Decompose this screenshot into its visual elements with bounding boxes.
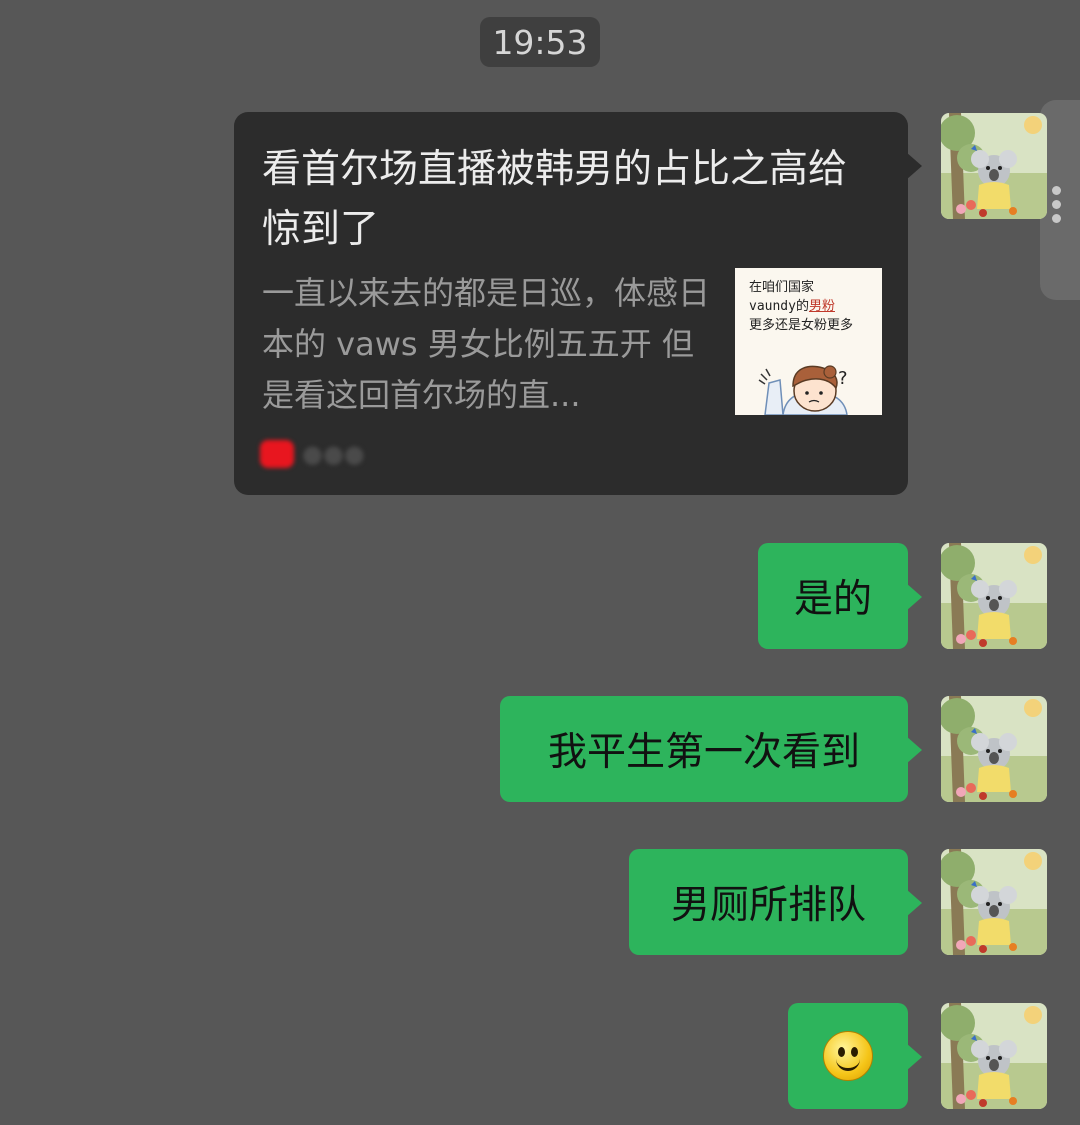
link-card-title: 看首尔场直播被韩男的占比之高给惊到了	[262, 147, 848, 252]
message-bubble[interactable]: 是的	[758, 543, 908, 649]
bubble-tail	[906, 736, 922, 764]
koala-avatar-icon	[941, 1003, 1047, 1109]
bubble-tail	[906, 889, 922, 917]
avatar[interactable]	[941, 113, 1047, 219]
thinking-person-illustration: ?	[758, 365, 848, 415]
red-app-icon	[260, 440, 294, 468]
avatar[interactable]	[941, 849, 1047, 955]
avatar[interactable]	[941, 1003, 1047, 1109]
message-text: 男厕所排队	[670, 883, 866, 928]
link-card[interactable]: 看首尔场直播被韩男的占比之高给惊到了 一直以来去的都是日巡，体感日本的 vaws…	[234, 112, 908, 495]
smile-emoji-icon	[823, 1031, 873, 1081]
koala-avatar-icon	[941, 543, 1047, 649]
avatar[interactable]	[941, 543, 1047, 649]
message-bubble[interactable]: 男厕所排队	[629, 849, 908, 955]
timestamp: 19:53	[480, 17, 600, 67]
link-card-tail	[906, 152, 922, 180]
bubble-tail	[906, 583, 922, 611]
bubble-tail	[906, 1043, 922, 1071]
more-dots-icon[interactable]	[1052, 186, 1064, 228]
svg-text:?: ?	[838, 368, 848, 389]
message-text: 是的	[793, 577, 872, 622]
koala-avatar-icon	[941, 113, 1047, 219]
avatar[interactable]	[941, 696, 1047, 802]
link-card-source: ●●●	[260, 440, 365, 468]
koala-avatar-icon	[941, 696, 1047, 802]
link-card-description: 一直以来去的都是日巡，体感日本的 vaws 男女比例五五开 但是看这回首尔场的直…	[262, 274, 711, 414]
chat-screen: 19:53 看首尔场直播被韩男的占比之高给惊到了 一直以来去的都是日巡，体感日本…	[0, 0, 1080, 1125]
source-name-blurred: ●●●	[302, 440, 365, 468]
message-bubble[interactable]	[788, 1003, 908, 1109]
link-card-thumbnail: 在咱们国家 vaundy的男粉 更多还是女粉更多 ?	[735, 268, 882, 415]
message-bubble[interactable]: 我平生第一次看到	[500, 696, 908, 802]
message-text: 我平生第一次看到	[547, 730, 860, 775]
koala-avatar-icon	[941, 849, 1047, 955]
